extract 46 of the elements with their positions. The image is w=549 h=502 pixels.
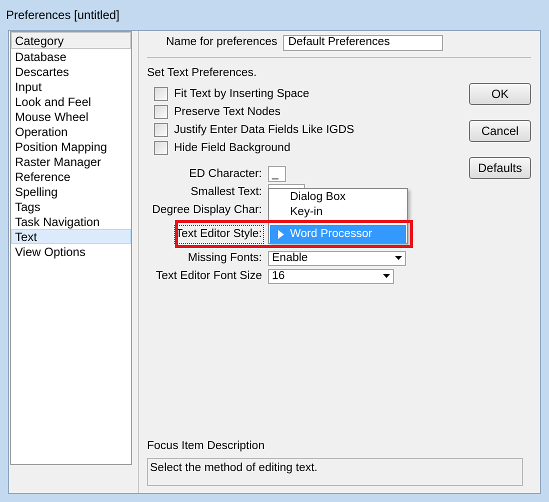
category-item[interactable]: Database bbox=[11, 49, 131, 64]
caret-down-icon bbox=[395, 256, 402, 260]
category-item[interactable]: Mouse Wheel bbox=[11, 109, 131, 124]
description-box: Select the method of editing text. bbox=[147, 458, 523, 486]
dialog-button[interactable]: OK bbox=[469, 83, 531, 105]
checkbox-label: Hide Field Background bbox=[174, 140, 290, 156]
text-input-field[interactable]: _ bbox=[268, 166, 286, 182]
description-label: Focus Item Description bbox=[147, 438, 266, 454]
category-item[interactable]: Tags bbox=[11, 199, 131, 214]
category-item[interactable]: Input bbox=[11, 79, 131, 94]
category-item[interactable]: Reference bbox=[11, 169, 131, 184]
dialog-button[interactable]: Cancel bbox=[469, 120, 531, 142]
field-label: Degree Display Char: bbox=[151, 202, 263, 218]
name-input-field[interactable]: Default Preferences bbox=[283, 35, 444, 51]
menu-option[interactable]: Key-in bbox=[270, 205, 406, 220]
category-item[interactable]: Raster Manager bbox=[11, 154, 131, 169]
dropdown[interactable]: 16 bbox=[268, 268, 394, 284]
column-header: Category bbox=[11, 32, 131, 49]
category-item[interactable]: View Options bbox=[11, 244, 131, 259]
field-label: ED Character: bbox=[188, 166, 263, 182]
window-title: Preferences [untitled] bbox=[6, 7, 120, 24]
checkbox-label: Preserve Text Nodes bbox=[174, 104, 281, 120]
dropdown[interactable]: Enable bbox=[268, 250, 406, 266]
field-label: Missing Fonts: bbox=[186, 250, 263, 266]
section-title: Set Text Preferences. bbox=[147, 66, 258, 81]
dialog-button[interactable]: Defaults bbox=[469, 157, 531, 179]
name-label: Name for preferences bbox=[166, 35, 278, 50]
checkbox[interactable] bbox=[154, 123, 168, 138]
field-label: Text Editor Font Size bbox=[154, 268, 263, 284]
category-item[interactable]: Position Mapping bbox=[11, 139, 131, 154]
category-item[interactable]: Operation bbox=[11, 124, 131, 139]
checkbox-label: Fit Text by Inserting Space bbox=[174, 86, 310, 102]
category-item[interactable]: Task Navigation bbox=[11, 214, 131, 229]
checkbox[interactable] bbox=[154, 141, 168, 156]
category-item[interactable]: Text bbox=[11, 229, 131, 244]
category-item[interactable]: Descartes bbox=[11, 64, 131, 79]
triangle-right-icon bbox=[278, 230, 284, 239]
field-label: Smallest Text: bbox=[190, 184, 263, 200]
category-item[interactable]: Spelling bbox=[11, 184, 131, 199]
caret-down-icon bbox=[383, 274, 390, 278]
menu-option[interactable]: Dialog Box bbox=[270, 190, 406, 206]
field-label: Text Editor Style: bbox=[174, 224, 264, 244]
checkbox[interactable] bbox=[154, 87, 168, 102]
checkbox-label: Justify Enter Data Fields Like IGDS bbox=[174, 122, 354, 138]
category-item[interactable]: Look and Feel bbox=[11, 94, 131, 109]
checkbox[interactable] bbox=[154, 105, 168, 120]
